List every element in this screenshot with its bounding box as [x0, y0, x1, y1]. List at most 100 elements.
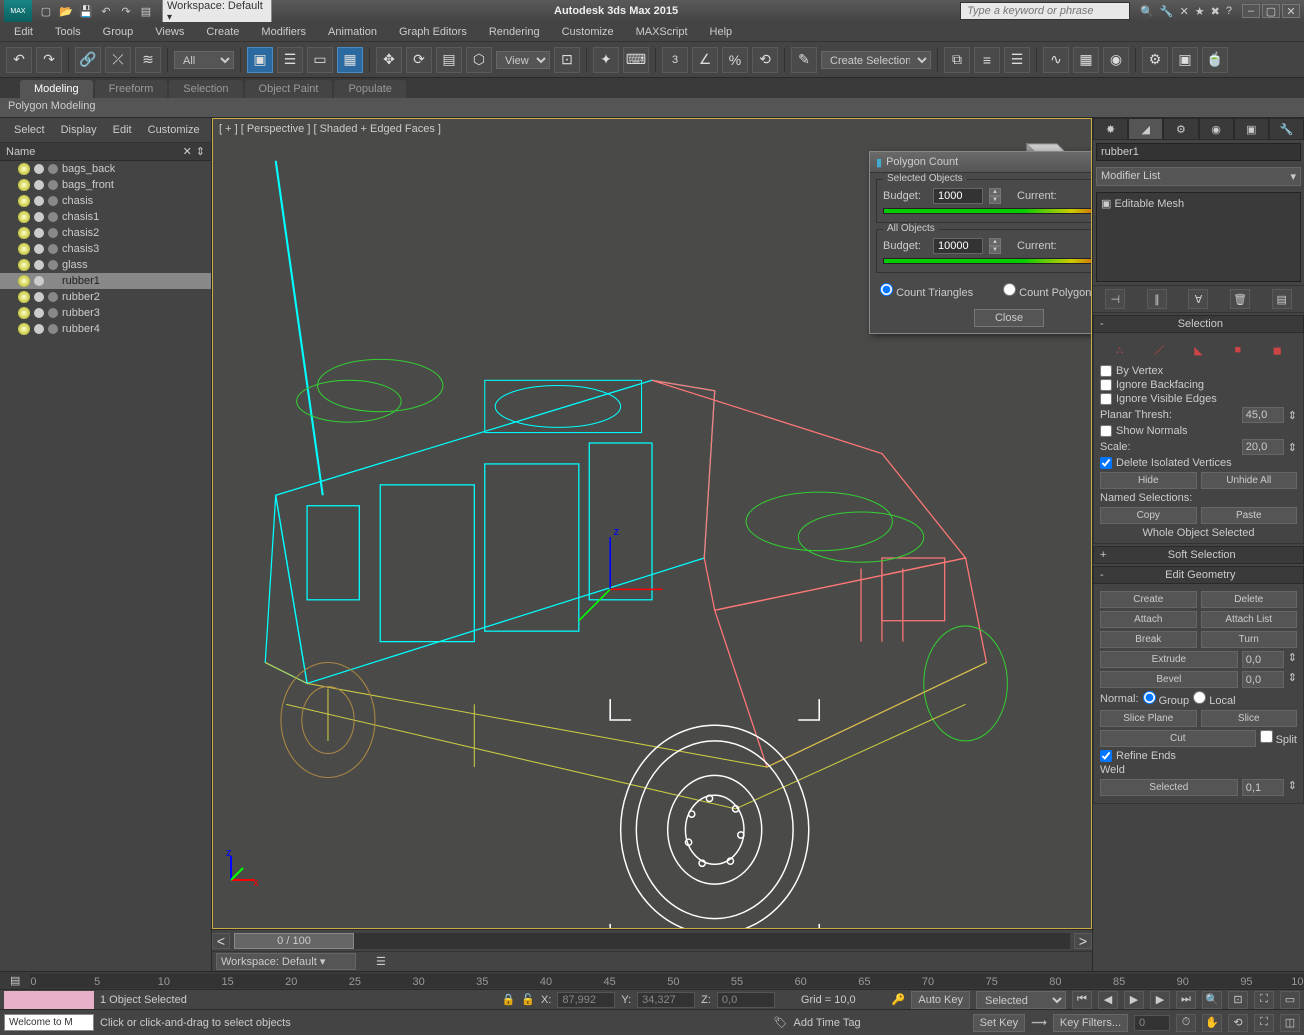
- se-menu-display[interactable]: Display: [55, 122, 103, 138]
- goto-end-icon[interactable]: ⏭: [1176, 991, 1196, 1009]
- ribbon-tab-freeform[interactable]: Freeform: [95, 80, 168, 98]
- create-button[interactable]: Create: [1100, 591, 1197, 608]
- modifier-list-dropdown[interactable]: Modifier List▾: [1096, 167, 1301, 186]
- utilities-tab[interactable]: 🔧: [1269, 118, 1304, 140]
- menu-maxscript[interactable]: MAXScript: [626, 24, 698, 40]
- play-icon[interactable]: ▶: [1124, 991, 1144, 1009]
- redo-button[interactable]: ↷: [36, 47, 62, 73]
- cut-button[interactable]: Cut: [1100, 730, 1256, 747]
- menu-group[interactable]: Group: [93, 24, 144, 40]
- scene-item-chasis3[interactable]: chasis3: [0, 241, 211, 257]
- weld-threshold-input[interactable]: [1242, 779, 1284, 796]
- menu-customize[interactable]: Customize: [552, 24, 624, 40]
- normal-group-radio[interactable]: Group: [1143, 691, 1190, 707]
- bind-spacewarp-button[interactable]: ≋: [135, 47, 161, 73]
- visibility-bulb-icon[interactable]: [18, 291, 30, 303]
- mirror-button[interactable]: ⧉: [944, 47, 970, 73]
- visibility-bulb-icon[interactable]: [18, 307, 30, 319]
- weld-selected-button[interactable]: Selected: [1100, 779, 1238, 796]
- goto-start-icon[interactable]: ⏮: [1072, 991, 1092, 1009]
- scene-item-chasis1[interactable]: chasis1: [0, 209, 211, 225]
- freeze-icon[interactable]: [34, 164, 44, 174]
- scene-item-rubber3[interactable]: rubber3: [0, 305, 211, 321]
- pan-icon[interactable]: ✋: [1202, 1014, 1222, 1032]
- motion-tab[interactable]: ◉: [1199, 118, 1234, 140]
- manipulate-button[interactable]: ✦: [593, 47, 619, 73]
- open-icon[interactable]: 📂: [58, 3, 74, 19]
- rotate-button[interactable]: ⟳: [406, 47, 432, 73]
- face-subobj-icon[interactable]: ◣: [1187, 341, 1209, 359]
- remove-modifier-icon[interactable]: 🗑: [1230, 289, 1250, 309]
- dialog-close-ok-button[interactable]: Close: [974, 309, 1044, 327]
- undo-icon[interactable]: ↶: [98, 3, 114, 19]
- normal-local-radio[interactable]: Local: [1193, 691, 1235, 707]
- key-icon[interactable]: 🔑: [892, 993, 906, 1006]
- move-button[interactable]: ✥: [376, 47, 402, 73]
- modify-tab[interactable]: ◢: [1128, 118, 1163, 140]
- placement-button[interactable]: ⬡: [466, 47, 492, 73]
- help-search-input[interactable]: [960, 2, 1130, 20]
- hierarchy-tab[interactable]: ⚙: [1163, 118, 1198, 140]
- show-end-result-icon[interactable]: ∥: [1147, 289, 1167, 309]
- freeze-icon[interactable]: [34, 308, 44, 318]
- ribbon-panel[interactable]: Polygon Modeling: [0, 98, 1304, 118]
- keyboard-shortcut-button[interactable]: ⌨: [623, 47, 649, 73]
- edge-subobj-icon[interactable]: ／: [1148, 341, 1170, 359]
- curve-editor-button[interactable]: ∿: [1043, 47, 1069, 73]
- split-checkbox[interactable]: Split: [1260, 730, 1297, 747]
- ribbon-tab-object-paint[interactable]: Object Paint: [245, 80, 333, 98]
- freeze-icon[interactable]: [34, 292, 44, 302]
- paste-sel-button[interactable]: Paste: [1201, 507, 1298, 524]
- prev-frame-icon[interactable]: ◀: [1098, 991, 1118, 1009]
- time-slider[interactable]: < 0 / 100 >: [212, 929, 1092, 951]
- menu-modifiers[interactable]: Modifiers: [251, 24, 316, 40]
- key-filters-button[interactable]: Key Filters...: [1053, 1014, 1128, 1032]
- spinner-up-icon[interactable]: ▲: [989, 188, 1001, 196]
- bevel-button[interactable]: Bevel: [1100, 671, 1238, 688]
- spinner-icon[interactable]: ⇕: [1288, 409, 1297, 422]
- ribbon-tab-modeling[interactable]: Modeling: [20, 80, 93, 98]
- count-triangles-radio[interactable]: Count Triangles: [880, 283, 973, 299]
- freeze-icon[interactable]: [34, 228, 44, 238]
- close-button[interactable]: ✕: [1282, 4, 1300, 18]
- refine-ends-checkbox[interactable]: [1100, 750, 1112, 762]
- star-icon[interactable]: ★: [1195, 5, 1205, 18]
- script-output-box[interactable]: [4, 991, 94, 1009]
- x-coord-input[interactable]: [557, 992, 615, 1008]
- timeslider-prev-icon[interactable]: <: [212, 933, 230, 949]
- scene-item-chasis[interactable]: chasis: [0, 193, 211, 209]
- layers-icon[interactable]: ☰: [376, 955, 386, 968]
- by-vertex-checkbox[interactable]: [1100, 365, 1112, 377]
- create-tab[interactable]: ✸: [1093, 118, 1128, 140]
- render-button[interactable]: 🍵: [1202, 47, 1228, 73]
- visibility-bulb-icon[interactable]: [18, 323, 30, 335]
- normals-scale-input[interactable]: [1242, 439, 1284, 455]
- delete-button[interactable]: Delete: [1201, 591, 1298, 608]
- freeze-icon[interactable]: [34, 212, 44, 222]
- se-menu-edit[interactable]: Edit: [107, 122, 138, 138]
- ref-coord-dropdown[interactable]: View: [496, 51, 550, 69]
- menu-animation[interactable]: Animation: [318, 24, 387, 40]
- ignore-visible-edges-checkbox[interactable]: [1100, 393, 1112, 405]
- orbit-icon[interactable]: ⟲: [1228, 1014, 1248, 1032]
- select-by-name-button[interactable]: ☰: [277, 47, 303, 73]
- workspace-footer-dropdown[interactable]: Workspace: Default ▾: [216, 953, 356, 970]
- ribbon-tab-selection[interactable]: Selection: [169, 80, 242, 98]
- fov-icon[interactable]: ◫: [1280, 1014, 1300, 1032]
- se-menu-select[interactable]: Select: [8, 122, 51, 138]
- add-time-tag[interactable]: Add Time Tag: [794, 1017, 861, 1029]
- scale-button[interactable]: ▤: [436, 47, 462, 73]
- visibility-bulb-icon[interactable]: [18, 211, 30, 223]
- rectangle-region-button[interactable]: ▭: [307, 47, 333, 73]
- timeslider-next-icon[interactable]: >: [1074, 933, 1092, 949]
- maximize-viewport-icon[interactable]: ⛶: [1254, 1014, 1274, 1032]
- minimize-button[interactable]: –: [1242, 4, 1260, 18]
- binoculars-icon[interactable]: 🔍: [1140, 5, 1154, 18]
- align-button[interactable]: ≡: [974, 47, 1000, 73]
- material-editor-button[interactable]: ◉: [1103, 47, 1129, 73]
- unlink-button[interactable]: ⤫: [105, 47, 131, 73]
- key-icon[interactable]: 🔧: [1160, 5, 1174, 18]
- polygon-subobj-icon[interactable]: ■: [1227, 341, 1249, 359]
- attach-button[interactable]: Attach: [1100, 611, 1197, 628]
- spinner-icon[interactable]: ⇕: [1288, 441, 1297, 454]
